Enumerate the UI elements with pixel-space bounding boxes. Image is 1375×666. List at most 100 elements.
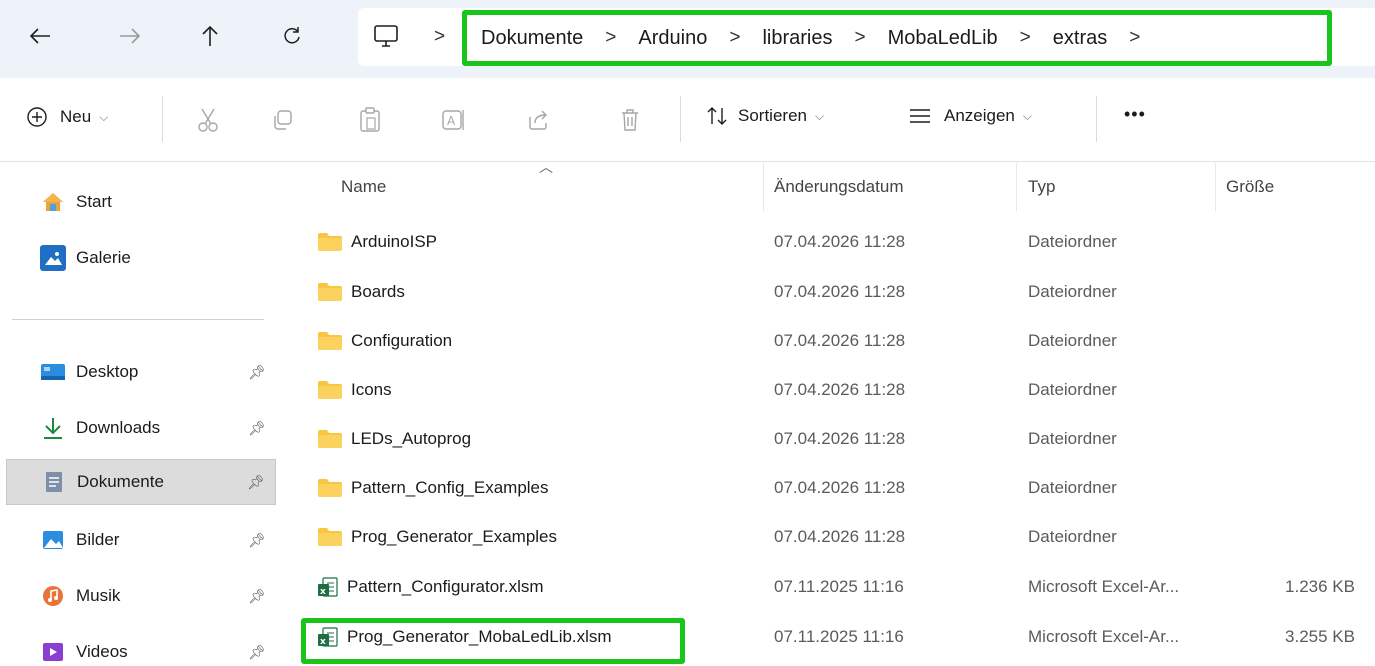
paste-icon[interactable]	[354, 104, 386, 136]
column-header-type[interactable]: Typ	[1028, 177, 1055, 197]
file-date: 07.04.2026 11:28	[774, 232, 906, 251]
sidebar-item-galerie[interactable]: Galerie	[6, 235, 276, 281]
breadcrumb-separator[interactable]: >	[605, 27, 616, 49]
folder-icon	[318, 332, 342, 350]
up-arrow-icon[interactable]	[192, 18, 228, 54]
pin-icon[interactable]: 📌︎	[248, 364, 266, 381]
back-arrow-icon[interactable]	[22, 18, 58, 54]
column-divider[interactable]	[1016, 163, 1017, 211]
divider	[680, 96, 681, 142]
pin-icon[interactable]: 📌︎	[248, 420, 266, 437]
sidebar-item-label: Desktop	[76, 362, 139, 381]
column-divider[interactable]	[1215, 163, 1216, 211]
refresh-icon[interactable]	[274, 18, 310, 54]
file-row[interactable]: LEDs_Autoprog 07.04.2026 11:28 Dateiordn…	[283, 416, 1375, 462]
file-size: 3.255 KB	[1285, 627, 1355, 646]
pin-icon[interactable]: 📌︎	[248, 588, 266, 605]
delete-icon[interactable]	[614, 104, 646, 136]
breadcrumb-item-arduino[interactable]: Arduino	[638, 27, 707, 50]
file-row[interactable]: Prog_Generator_Examples 07.04.2026 11:28…	[283, 514, 1375, 560]
plus-circle-icon	[27, 107, 47, 127]
file-name-cell: Pattern_Config_Examples	[317, 478, 549, 498]
breadcrumb-separator[interactable]: >	[1129, 27, 1140, 49]
file-name: Pattern_Config_Examples	[351, 478, 549, 497]
sidebar-item-label: Musik	[76, 586, 121, 605]
file-size: 1.236 KB	[1285, 577, 1355, 596]
sort-ascending-icon: ︿	[539, 159, 553, 175]
breadcrumb-item-dokumente[interactable]: Dokumente	[481, 27, 583, 50]
file-row[interactable]: ArduinoISP 07.04.2026 11:28 Dateiordner	[283, 219, 1375, 265]
breadcrumb-item-mobaledlib[interactable]: MobaLedLib	[888, 27, 998, 50]
sidebar-item-desktop[interactable]: Desktop 📌︎	[6, 349, 276, 395]
sidebar-item-musik[interactable]: Musik 📌︎	[6, 573, 276, 619]
breadcrumb-item-extras[interactable]: extras	[1053, 27, 1107, 50]
file-name: Icons	[351, 380, 392, 399]
file-type: Dateiordner	[1028, 331, 1117, 350]
file-name-cell: Configuration	[317, 331, 452, 351]
address-bar[interactable]: > Dokumente > Arduino > libraries > Moba…	[358, 8, 1375, 66]
sidebar-item-bilder[interactable]: Bilder 📌︎	[6, 517, 276, 563]
pin-icon[interactable]: 📌︎	[248, 532, 266, 549]
breadcrumb-separator[interactable]: >	[854, 27, 865, 49]
file-name: Configuration	[351, 331, 453, 350]
chevron-down-icon: ⌵	[1022, 108, 1032, 123]
svg-text:A: A	[447, 114, 456, 128]
excel-file-icon: x	[318, 577, 338, 597]
new-button[interactable]: Neu ⌵	[26, 106, 108, 128]
file-date: 07.04.2026 11:28	[774, 380, 906, 399]
highlight-frame	[301, 618, 685, 664]
chevron-down-icon: ⌵	[814, 108, 825, 123]
sidebar-item-downloads[interactable]: Downloads 📌︎	[6, 405, 276, 451]
rename-icon[interactable]: A	[438, 104, 470, 136]
folder-icon	[318, 283, 342, 301]
music-icon	[40, 583, 66, 609]
file-list: ︿ Name Änderungsdatum Typ Größe ArduinoI…	[283, 159, 1375, 666]
column-divider[interactable]	[763, 163, 764, 211]
sort-button-label: Sortieren	[738, 106, 807, 125]
sidebar-item-label: Dokumente	[77, 472, 164, 491]
divider	[12, 319, 264, 320]
file-type: Microsoft Excel-Ar...	[1028, 577, 1180, 596]
sidebar-item-start[interactable]: Start	[6, 179, 276, 225]
copy-icon[interactable]	[266, 104, 298, 136]
file-row[interactable]: Boards 07.04.2026 11:28 Dateiordner	[283, 269, 1375, 315]
sort-button[interactable]: Sortieren ⌵	[706, 106, 824, 126]
more-options-button[interactable]: •••	[1124, 104, 1146, 125]
column-header-name[interactable]: Name	[341, 177, 386, 197]
pin-icon[interactable]: 📌︎	[247, 474, 265, 491]
breadcrumb-separator[interactable]: >	[434, 26, 445, 48]
column-header-size[interactable]: Größe	[1226, 177, 1274, 197]
view-button[interactable]: Anzeigen ⌵	[908, 106, 1032, 126]
file-row[interactable]: Configuration 07.04.2026 11:28 Dateiordn…	[283, 318, 1375, 364]
file-row[interactable]: Pattern_Config_Examples 07.04.2026 11:28…	[283, 465, 1375, 511]
folder-icon	[318, 479, 342, 497]
sidebar-item-dokumente[interactable]: Dokumente 📌︎	[6, 459, 276, 505]
forward-arrow-icon[interactable]	[112, 18, 148, 54]
pin-icon[interactable]: 📌︎	[248, 644, 266, 661]
videos-icon	[40, 639, 66, 665]
column-header-date[interactable]: Änderungsdatum	[774, 177, 903, 197]
gallery-icon	[40, 245, 66, 271]
file-type: Dateiordner	[1028, 527, 1117, 546]
this-pc-icon[interactable]	[372, 24, 400, 55]
file-name: ArduinoISP	[351, 232, 437, 251]
desktop-icon	[40, 359, 66, 385]
file-type: Microsoft Excel-Ar...	[1028, 627, 1180, 646]
share-icon[interactable]	[522, 104, 554, 136]
file-name-cell: ArduinoISP	[317, 232, 437, 252]
file-date: 07.11.2025 11:16	[774, 627, 904, 646]
file-type: Dateiordner	[1028, 380, 1117, 399]
file-row[interactable]: Icons 07.04.2026 11:28 Dateiordner	[283, 367, 1375, 413]
breadcrumb-separator[interactable]: >	[729, 27, 740, 49]
breadcrumb-item-libraries[interactable]: libraries	[762, 27, 832, 50]
file-row[interactable]: x Pattern_Configurator.xlsm 07.11.2025 1…	[283, 564, 1375, 610]
sidebar-item-videos[interactable]: Videos 📌︎	[6, 629, 276, 666]
cut-icon[interactable]	[192, 104, 224, 136]
svg-text:x: x	[320, 587, 326, 597]
file-name-cell: Boards	[317, 282, 405, 302]
home-icon	[40, 189, 66, 215]
folder-icon	[318, 233, 342, 251]
breadcrumb-separator[interactable]: >	[1020, 27, 1031, 49]
folder-icon	[318, 528, 342, 546]
file-name-cell: Prog_Generator_Examples	[317, 527, 557, 547]
